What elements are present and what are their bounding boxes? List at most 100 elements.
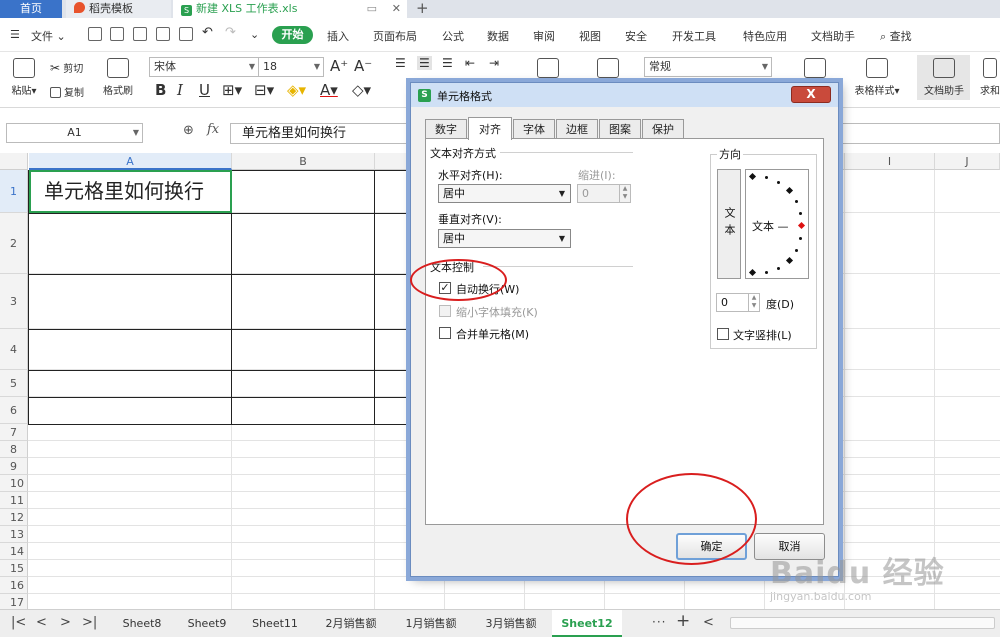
ok-button[interactable]: 确定 bbox=[676, 533, 747, 560]
column-header-j[interactable]: J bbox=[935, 153, 1000, 170]
paste-button[interactable]: 粘贴▾ bbox=[6, 58, 42, 97]
last-sheet-icon[interactable]: >| bbox=[82, 615, 97, 630]
indent-decrease-icon[interactable]: ⇤ bbox=[465, 56, 475, 70]
sheet-tab-sheet12[interactable]: Sheet12 bbox=[552, 610, 622, 637]
menu-data[interactable]: 数据 bbox=[487, 28, 509, 44]
column-header-b[interactable]: B bbox=[232, 153, 375, 170]
merge-cells-label[interactable]: 合并单元格(M) bbox=[456, 326, 529, 342]
spin-arrows-icon[interactable]: ▲ ▼ bbox=[748, 294, 759, 311]
open-icon[interactable] bbox=[88, 27, 102, 41]
undo-icon[interactable]: ↶ bbox=[202, 25, 213, 40]
border-icon[interactable]: ⊞▾ bbox=[222, 81, 242, 99]
row-header-9[interactable]: 9 bbox=[0, 458, 28, 475]
tab-document[interactable]: S 新建 XLS 工作表.xls ▭ ✕ bbox=[173, 0, 407, 18]
menu-formula[interactable]: 公式 bbox=[442, 28, 464, 44]
doc-helper-button[interactable]: 文档助手 bbox=[919, 58, 969, 97]
row-header-13[interactable]: 13 bbox=[0, 526, 28, 543]
cell-border-style-icon[interactable]: ⊟▾ bbox=[254, 81, 274, 99]
cut-button[interactable]: ✂ 剪切 bbox=[50, 60, 83, 75]
indent-increase-icon[interactable]: ⇥ bbox=[489, 56, 499, 70]
number-format-select[interactable]: 常规 ▼ bbox=[644, 57, 772, 77]
menu-developer[interactable]: 开发工具 bbox=[672, 28, 716, 44]
row-header-2[interactable]: 2 bbox=[0, 213, 28, 274]
save-icon[interactable] bbox=[110, 27, 124, 41]
name-box[interactable]: A1 ▼ bbox=[6, 123, 143, 143]
column-header-a[interactable]: A bbox=[29, 153, 232, 170]
degree-spinner[interactable]: 0 ▲ ▼ bbox=[716, 293, 760, 312]
search-menu[interactable]: ⌕ 查找 bbox=[880, 28, 912, 44]
cell-a1[interactable]: 单元格里如何换行 bbox=[29, 170, 232, 213]
merge-cells-checkbox[interactable] bbox=[439, 327, 451, 339]
sheet-tab-sheet9[interactable]: Sheet9 bbox=[176, 610, 238, 637]
italic-icon[interactable]: I bbox=[177, 81, 183, 99]
wrap-text-label[interactable]: 自动换行(W) bbox=[456, 281, 519, 297]
shrink-font-icon[interactable]: A⁻ bbox=[354, 57, 372, 75]
menu-doc-helper[interactable]: 文档助手 bbox=[811, 28, 855, 44]
menu-special[interactable]: 特色应用 bbox=[743, 28, 787, 44]
font-size-select[interactable]: 18 ▼ bbox=[258, 57, 324, 77]
horizontal-align-select[interactable]: 居中 ▼ bbox=[438, 184, 571, 203]
vertical-text-button[interactable]: 文本 bbox=[717, 169, 741, 279]
clear-icon[interactable]: ◇▾ bbox=[352, 81, 371, 99]
row-header-4[interactable]: 4 bbox=[0, 329, 28, 370]
indent-spinner[interactable]: 0 ▲ ▼ bbox=[577, 184, 631, 203]
copy-button[interactable]: 复制 bbox=[50, 84, 84, 99]
align-bottom-icon[interactable]: ☰ bbox=[442, 56, 453, 70]
menu-view[interactable]: 视图 bbox=[579, 28, 601, 44]
row-header-17[interactable]: 17 bbox=[0, 594, 28, 609]
row-header-6[interactable]: 6 bbox=[0, 397, 28, 424]
menu-insert[interactable]: 插入 bbox=[327, 28, 349, 44]
vertical-stack-label[interactable]: 文字竖排(L) bbox=[733, 327, 792, 343]
screen-icon[interactable]: ▭ bbox=[367, 0, 377, 17]
select-all-corner[interactable] bbox=[0, 153, 28, 170]
tab-font[interactable]: 字体 bbox=[513, 119, 555, 139]
wrap-text-checkbox[interactable]: ✓ bbox=[439, 282, 451, 294]
tab-templates[interactable]: 稻壳模板 bbox=[66, 0, 171, 18]
bold-icon[interactable]: B bbox=[155, 81, 166, 99]
row-header-16[interactable]: 16 bbox=[0, 577, 28, 594]
first-sheet-icon[interactable]: |< bbox=[11, 615, 26, 630]
sheet-tab-sheet11[interactable]: Sheet11 bbox=[240, 610, 310, 637]
merge-icon[interactable] bbox=[533, 58, 563, 82]
tab-alignment[interactable]: 对齐 bbox=[468, 117, 512, 140]
row-header-15[interactable]: 15 bbox=[0, 560, 28, 577]
menu-review[interactable]: 审阅 bbox=[533, 28, 555, 44]
menu-file[interactable]: 文件 ⌄ bbox=[31, 28, 66, 44]
redo-icon[interactable]: ↷ bbox=[225, 25, 236, 40]
font-name-select[interactable]: 宋体 ▼ bbox=[149, 57, 259, 77]
tab-pattern[interactable]: 图案 bbox=[599, 119, 641, 139]
format-painter-button[interactable]: 格式刷 bbox=[98, 58, 138, 97]
row-header-12[interactable]: 12 bbox=[0, 509, 28, 526]
dialog-title-bar[interactable]: S 单元格格式 X bbox=[411, 83, 838, 107]
scroll-left-icon[interactable]: < bbox=[703, 615, 714, 630]
shrink-to-fit-checkbox[interactable] bbox=[439, 305, 451, 317]
fill-color-icon[interactable]: ◈▾ bbox=[287, 81, 306, 99]
align-middle-icon[interactable]: ☰ bbox=[417, 56, 432, 70]
sheet-tab-sheet8[interactable]: Sheet8 bbox=[110, 610, 174, 637]
new-tab-icon[interactable]: + bbox=[416, 0, 429, 17]
tab-home[interactable]: 首页 bbox=[0, 0, 62, 18]
sum-button[interactable]: 求和 bbox=[980, 58, 1000, 97]
tab-protection[interactable]: 保护 bbox=[642, 119, 684, 139]
row-header-14[interactable]: 14 bbox=[0, 543, 28, 560]
row-header-7[interactable]: 7 bbox=[0, 424, 28, 441]
prev-sheet-icon[interactable]: < bbox=[36, 615, 47, 630]
wrap-icon[interactable] bbox=[593, 58, 623, 82]
export-icon[interactable] bbox=[133, 27, 147, 41]
more-dropdown-icon[interactable]: ⌄ bbox=[250, 28, 259, 41]
row-header-1[interactable]: 1 bbox=[0, 170, 28, 213]
horizontal-scrollbar[interactable] bbox=[730, 617, 995, 629]
column-header-i[interactable]: I bbox=[845, 153, 935, 170]
fx-icon[interactable]: fx bbox=[207, 122, 219, 137]
orientation-dial[interactable]: 文本 — bbox=[745, 169, 809, 279]
conditional-format-button[interactable] bbox=[800, 58, 830, 82]
hamburger-icon[interactable]: ☰ bbox=[10, 28, 20, 41]
menu-page-layout[interactable]: 页面布局 bbox=[373, 28, 417, 44]
next-sheet-icon[interactable]: > bbox=[60, 615, 71, 630]
sheet-tab-jan-sales[interactable]: 1月销售额 bbox=[392, 610, 470, 637]
zoom-icon[interactable]: ⊕ bbox=[183, 123, 194, 138]
underline-icon[interactable]: U bbox=[199, 81, 210, 99]
print-icon[interactable] bbox=[156, 27, 170, 41]
row-header-8[interactable]: 8 bbox=[0, 441, 28, 458]
grow-font-icon[interactable]: A⁺ bbox=[330, 57, 348, 75]
